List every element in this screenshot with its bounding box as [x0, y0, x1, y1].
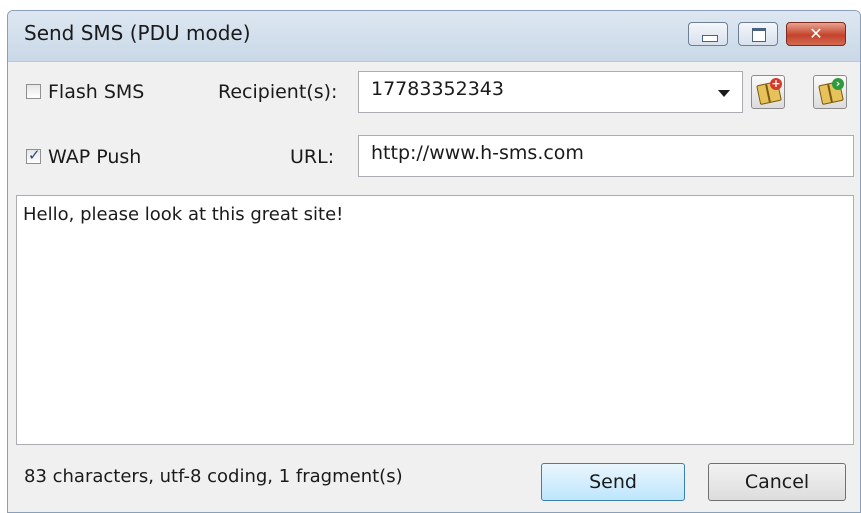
- close-icon: ✕: [809, 24, 823, 43]
- cancel-button[interactable]: Cancel: [708, 463, 846, 501]
- maximize-icon: [752, 28, 766, 42]
- url-input[interactable]: http://www.h-sms.com: [358, 135, 854, 177]
- arrow-badge-icon: ›: [832, 78, 844, 90]
- wap-push-checkbox[interactable]: [26, 146, 41, 164]
- flash-sms-checkbox[interactable]: [26, 84, 41, 99]
- character-count-status: 83 characters, utf-8 coding, 1 fragment(…: [24, 466, 403, 487]
- flash-sms-label: Flash SMS: [48, 81, 145, 103]
- recipients-label: Recipient(s):: [218, 81, 338, 103]
- message-text: Hello, please look at this great site!: [23, 204, 344, 225]
- wap-push-label: WAP Push: [48, 146, 142, 168]
- close-button[interactable]: ✕: [786, 22, 846, 46]
- maximize-button[interactable]: [738, 22, 778, 46]
- send-button[interactable]: Send: [541, 463, 685, 501]
- url-label: URL:: [290, 146, 335, 168]
- plus-badge-icon: +: [770, 77, 782, 90]
- window-title: Send SMS (PDU mode): [24, 21, 251, 45]
- recipients-value: 17783352343: [371, 78, 504, 100]
- minimize-icon: [702, 35, 718, 42]
- add-from-address-book-button[interactable]: +: [751, 75, 785, 109]
- title-bar[interactable]: Send SMS (PDU mode) ✕: [8, 11, 860, 62]
- open-address-book-button[interactable]: ›: [813, 75, 847, 109]
- recipients-combobox[interactable]: 17783352343: [358, 71, 743, 113]
- send-sms-dialog: Send SMS (PDU mode) ✕ Flash SMS Recipien…: [7, 10, 861, 513]
- message-textarea[interactable]: Hello, please look at this great site!: [16, 195, 854, 445]
- url-value: http://www.h-sms.com: [371, 142, 584, 164]
- chevron-down-icon[interactable]: [718, 90, 730, 97]
- minimize-button[interactable]: [688, 22, 728, 46]
